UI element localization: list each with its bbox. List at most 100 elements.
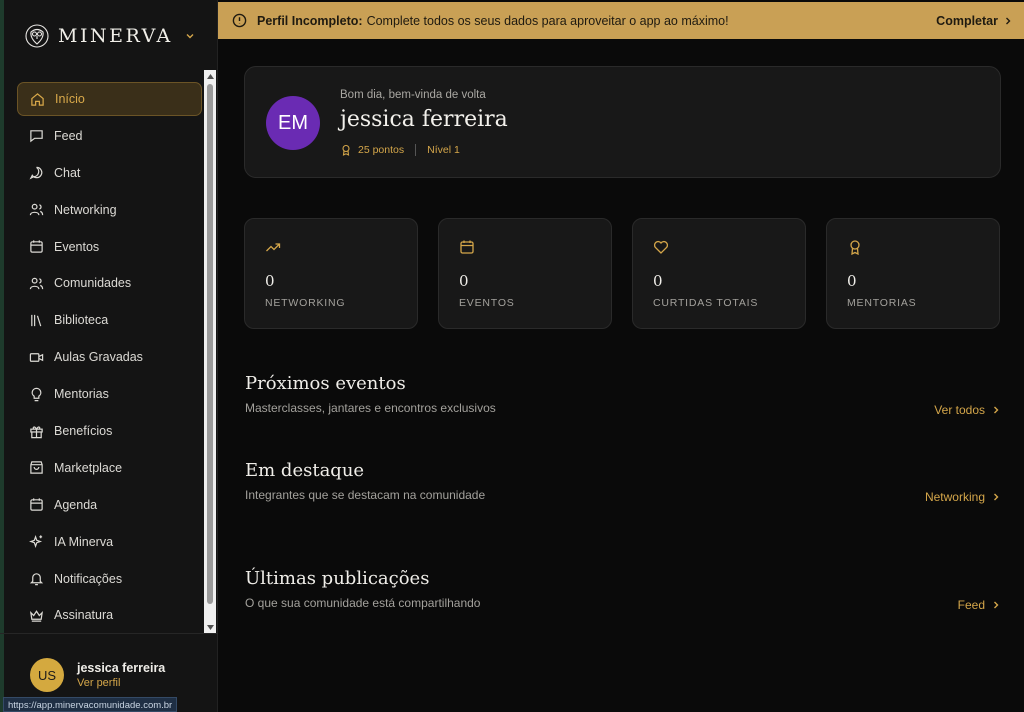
sidebar-scrollbar[interactable] [204, 70, 216, 633]
points-text: 25 pontos [358, 144, 405, 156]
chevron-down-icon [186, 34, 194, 39]
sparkles-icon [29, 535, 43, 549]
section-subtitle: Masterclasses, jantares e encontros excl… [245, 401, 496, 415]
message-square-icon [30, 130, 43, 143]
banner-action-label: Completar [936, 13, 998, 28]
stat-card-mentorias[interactable]: 0 MENTORIAS [826, 218, 1000, 329]
brand-name: MINERVA [58, 25, 173, 47]
sidebar-item-label: Chat [54, 165, 81, 180]
calendar-icon [30, 498, 43, 512]
sidebar-item-aulas-gravadas[interactable]: Aulas Gravadas [17, 340, 202, 374]
section-subtitle: O que sua comunidade está compartilhando [245, 596, 481, 610]
library-icon [31, 314, 42, 327]
sidebar-item-label: Benefícios [54, 424, 113, 439]
stat-value: 0 [459, 272, 469, 290]
chevron-right-icon [1006, 17, 1011, 24]
heart-icon [653, 240, 669, 254]
scroll-up-arrow-icon[interactable] [204, 70, 216, 82]
sidebar-item-notificacoes[interactable]: Notificações [17, 562, 202, 596]
section-title: Em destaque [245, 460, 365, 481]
avatar[interactable]: EM [266, 96, 320, 150]
view-profile-link[interactable]: Ver perfil [77, 677, 120, 689]
sidebar-item-label: Aulas Gravadas [54, 350, 143, 365]
stat-label: EVENTOS [459, 297, 515, 309]
lightbulb-icon [31, 387, 42, 401]
section-link-label: Feed [957, 598, 985, 612]
user-name: jessica ferreira [77, 661, 166, 675]
sidebar-item-label: Assinatura [54, 608, 114, 623]
stat-value: 0 [653, 272, 663, 290]
bell-icon [29, 573, 44, 586]
user-points-level: 25 pontos Nível 1 [340, 144, 460, 156]
sidebar-nav: Início Feed Chat Networking Eventos Comu… [17, 82, 202, 635]
video-icon [29, 352, 44, 362]
calendar-icon [460, 240, 474, 254]
award-icon [850, 240, 860, 255]
greeting-text: Bom dia, bem-vinda de volta [340, 89, 486, 101]
chevron-right-icon [994, 493, 999, 501]
brand-switcher[interactable]: MINERVA [24, 22, 195, 50]
incomplete-profile-banner: Perfil Incompleto: Complete todos os seu… [218, 2, 1024, 39]
sidebar-item-marketplace[interactable]: Marketplace [17, 451, 202, 485]
sidebar-item-label: Feed [54, 128, 83, 143]
sidebar-item-eventos[interactable]: Eventos [17, 230, 202, 264]
see-all-events-link[interactable]: Ver todos [934, 403, 1000, 417]
gift-icon [30, 425, 43, 438]
minerva-owl-logo-icon [25, 24, 49, 48]
sidebar-item-mentorias[interactable]: Mentorias [17, 377, 202, 411]
sidebar-item-label: Agenda [54, 497, 98, 512]
section-subtitle: Integrantes que se destacam na comunidad… [245, 488, 486, 502]
section-upcoming-events: Próximos eventos Masterclasses, jantares… [245, 373, 1000, 423]
users-icon [29, 277, 44, 290]
sidebar-item-beneficios[interactable]: Benefícios [17, 414, 202, 448]
stat-label: NETWORKING [265, 297, 346, 309]
alert-circle-icon [232, 13, 247, 28]
sidebar-item-networking[interactable]: Networking [17, 193, 202, 227]
sidebar-item-label: Networking [54, 202, 117, 217]
stat-card-curtidas[interactable]: 0 CURTIDAS TOTAIS [632, 218, 806, 329]
stat-value: 0 [265, 272, 275, 290]
scroll-down-arrow-icon[interactable] [204, 621, 216, 633]
calendar-icon [30, 240, 43, 253]
welcome-card: EM Bom dia, bem-vinda de volta jessica f… [244, 66, 1001, 178]
users-icon [29, 203, 44, 216]
avatar[interactable]: US [30, 658, 64, 692]
networking-link[interactable]: Networking [925, 490, 1000, 504]
stat-value: 0 [847, 272, 857, 290]
stat-card-networking[interactable]: 0 NETWORKING [244, 218, 418, 329]
crown-icon [30, 610, 43, 622]
sidebar-item-chat[interactable]: Chat [17, 156, 202, 190]
feed-link[interactable]: Feed [958, 598, 1000, 612]
section-latest-posts: Últimas publicações O que sua comunidade… [245, 568, 1000, 618]
sidebar-item-agenda[interactable]: Agenda [17, 488, 202, 522]
trending-up-icon [266, 243, 281, 252]
sidebar-item-label: Início [55, 92, 85, 106]
complete-profile-button[interactable]: Completar [936, 2, 1012, 39]
scrollbar-thumb[interactable] [207, 84, 213, 604]
sidebar-item-feed[interactable]: Feed [17, 119, 202, 153]
sidebar-item-ia-minerva[interactable]: IA Minerva [17, 525, 202, 559]
banner-title: Perfil Incompleto: [257, 13, 363, 28]
section-link-label: Networking [924, 490, 985, 504]
stat-label: CURTIDAS TOTAIS [653, 297, 759, 309]
sidebar-item-label: Biblioteca [54, 313, 109, 328]
section-featured: Em destaque Integrantes que se destacam … [245, 460, 1000, 510]
shopping-bag-icon [30, 461, 43, 475]
chevron-right-icon [994, 601, 999, 609]
section-link-label: Ver todos [934, 403, 985, 417]
sidebar-item-inicio[interactable]: Início [17, 82, 202, 116]
sidebar-item-label: Eventos [54, 239, 100, 254]
sidebar-item-biblioteca[interactable]: Biblioteca [17, 303, 202, 337]
stat-label: MENTORIAS [847, 297, 917, 309]
banner-message: Complete todos os seus dados para aprove… [366, 13, 729, 28]
award-icon [342, 144, 350, 156]
stat-card-eventos[interactable]: 0 EVENTOS [438, 218, 612, 329]
divider [415, 144, 417, 156]
sidebar-item-label: Marketplace [54, 460, 123, 475]
sidebar-item-comunidades[interactable]: Comunidades [17, 266, 202, 300]
section-title: Próximos eventos [245, 373, 406, 394]
sidebar-item-label: Mentorias [54, 387, 109, 402]
sidebar-item-assinatura[interactable]: Assinatura [17, 598, 202, 632]
sidebar-item-label: Notificações [54, 571, 123, 586]
sidebar-item-label: Comunidades [54, 276, 132, 291]
